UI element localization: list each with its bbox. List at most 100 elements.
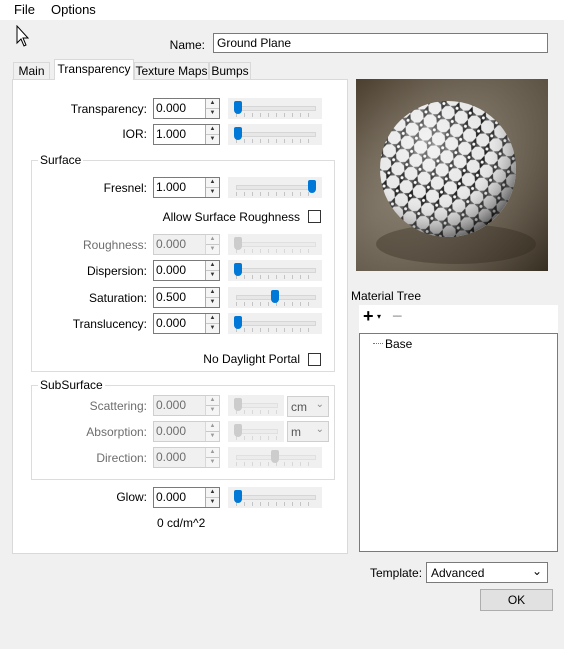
preview-sphere-image: [356, 79, 548, 271]
slider-thumb[interactable]: [271, 290, 279, 303]
spin-down-icon[interactable]: ▼: [206, 109, 219, 118]
direction-value: 0.000: [156, 450, 187, 464]
slider-thumb[interactable]: [308, 180, 316, 193]
tree-item-base[interactable]: Base: [385, 337, 412, 351]
spin-up-icon[interactable]: ▲: [206, 125, 219, 135]
chevron-down-icon: ⌄: [531, 564, 542, 578]
translucency-stepper[interactable]: 0.000 ▲ ▼: [153, 313, 220, 334]
material-preview: [356, 79, 548, 271]
material-tree: Base: [359, 333, 558, 552]
tab-texture-maps-label: Texture Maps: [135, 64, 208, 78]
slider-thumb[interactable]: [234, 316, 242, 329]
absorption-unit-value: m: [291, 425, 301, 439]
fresnel-value: 1.000: [156, 180, 187, 194]
glow-value: 0.000: [156, 490, 187, 504]
menu-file[interactable]: File: [14, 2, 35, 17]
spin-down-icon[interactable]: ▼: [206, 432, 219, 441]
chevron-down-icon: ⌄: [315, 424, 324, 435]
glow-label: Glow:: [116, 490, 147, 504]
spin-down-icon[interactable]: ▼: [206, 324, 219, 333]
tree-connector: [373, 343, 383, 344]
glow-stepper[interactable]: 0.000 ▲ ▼: [153, 487, 220, 508]
spin-up-icon[interactable]: ▲: [206, 261, 219, 271]
template-value: Advanced: [431, 566, 485, 580]
spin-up-icon[interactable]: ▲: [206, 422, 219, 432]
plus-icon[interactable]: +: [363, 306, 374, 326]
absorption-stepper[interactable]: 0.000 ▲ ▼: [153, 421, 220, 442]
direction-slider[interactable]: [228, 447, 322, 468]
spin-down-icon[interactable]: ▼: [206, 188, 219, 197]
tab-bumps[interactable]: Bumps: [209, 62, 251, 79]
spin-up-icon[interactable]: ▲: [206, 288, 219, 298]
dispersion-slider[interactable]: [228, 260, 322, 281]
absorption-unit-select[interactable]: m ⌄: [287, 421, 329, 442]
scattering-value: 0.000: [156, 398, 187, 412]
tab-transparency[interactable]: Transparency: [54, 59, 134, 80]
ior-slider[interactable]: [228, 124, 322, 145]
slider-thumb[interactable]: [234, 127, 242, 140]
glow-slider[interactable]: [228, 487, 322, 508]
spin-down-icon[interactable]: ▼: [206, 406, 219, 415]
spin-up-icon[interactable]: ▲: [206, 178, 219, 188]
spin-up-icon[interactable]: ▲: [206, 314, 219, 324]
no-daylight-portal-label: No Daylight Portal: [203, 352, 300, 366]
roughness-label: Roughness:: [82, 238, 147, 252]
dispersion-value: 0.000: [156, 263, 187, 277]
dispersion-stepper[interactable]: 0.000 ▲ ▼: [153, 260, 220, 281]
roughness-stepper[interactable]: 0.000 ▲ ▼: [153, 234, 220, 255]
spin-up-icon[interactable]: ▲: [206, 235, 219, 245]
spin-up-icon[interactable]: ▲: [206, 448, 219, 458]
no-daylight-portal-checkbox[interactable]: [308, 353, 321, 366]
menu-bar: File Options: [0, 0, 564, 20]
slider-thumb[interactable]: [234, 101, 242, 114]
transparency-value: 0.000: [156, 101, 187, 115]
slider-thumb[interactable]: [234, 237, 242, 250]
spin-down-icon[interactable]: ▼: [206, 245, 219, 254]
spin-down-icon[interactable]: ▼: [206, 458, 219, 467]
ior-value: 1.000: [156, 127, 187, 141]
saturation-slider[interactable]: [228, 287, 322, 308]
ior-stepper[interactable]: 1.000 ▲ ▼: [153, 124, 220, 145]
absorption-slider[interactable]: [228, 421, 284, 442]
template-label: Template:: [370, 566, 423, 580]
scattering-stepper[interactable]: 0.000 ▲ ▼: [153, 395, 220, 416]
absorption-value: 0.000: [156, 424, 187, 438]
scattering-label: Scattering:: [89, 399, 147, 413]
spin-up-icon[interactable]: ▲: [206, 488, 219, 498]
slider-thumb[interactable]: [234, 263, 242, 276]
spin-up-icon[interactable]: ▲: [206, 396, 219, 406]
translucency-value: 0.000: [156, 316, 187, 330]
subsurface-group-title: SubSurface: [38, 378, 105, 392]
template-select[interactable]: Advanced ⌄: [426, 562, 548, 583]
dropdown-arrow-icon[interactable]: ▾: [377, 312, 381, 321]
tab-main[interactable]: Main: [13, 62, 50, 79]
material-tree-toolbar: + ▾ −: [359, 305, 558, 333]
minus-icon[interactable]: −: [392, 306, 403, 326]
ok-button[interactable]: OK: [480, 589, 553, 611]
tab-bumps-label: Bumps: [211, 64, 249, 78]
scattering-slider[interactable]: [228, 395, 284, 416]
tab-texture-maps[interactable]: Texture Maps: [134, 62, 209, 79]
name-field[interactable]: Ground Plane: [213, 33, 548, 53]
slider-thumb[interactable]: [271, 450, 279, 463]
spin-down-icon[interactable]: ▼: [206, 498, 219, 507]
dispersion-label: Dispersion:: [86, 264, 147, 278]
scattering-unit-select[interactable]: cm ⌄: [287, 396, 329, 417]
fresnel-slider[interactable]: [228, 177, 322, 198]
slider-thumb[interactable]: [234, 398, 242, 411]
spin-down-icon[interactable]: ▼: [206, 135, 219, 144]
fresnel-stepper[interactable]: 1.000 ▲ ▼: [153, 177, 220, 198]
spin-down-icon[interactable]: ▼: [206, 271, 219, 280]
roughness-slider[interactable]: [228, 234, 322, 255]
direction-stepper[interactable]: 0.000 ▲ ▼: [153, 447, 220, 468]
saturation-stepper[interactable]: 0.500 ▲ ▼: [153, 287, 220, 308]
translucency-slider[interactable]: [228, 313, 322, 334]
menu-options[interactable]: Options: [51, 2, 96, 17]
transparency-stepper[interactable]: 0.000 ▲ ▼: [153, 98, 220, 119]
spin-down-icon[interactable]: ▼: [206, 298, 219, 307]
transparency-slider[interactable]: [228, 98, 322, 119]
allow-roughness-checkbox[interactable]: [308, 210, 321, 223]
slider-thumb[interactable]: [234, 424, 242, 437]
slider-thumb[interactable]: [234, 490, 242, 503]
spin-up-icon[interactable]: ▲: [206, 99, 219, 109]
